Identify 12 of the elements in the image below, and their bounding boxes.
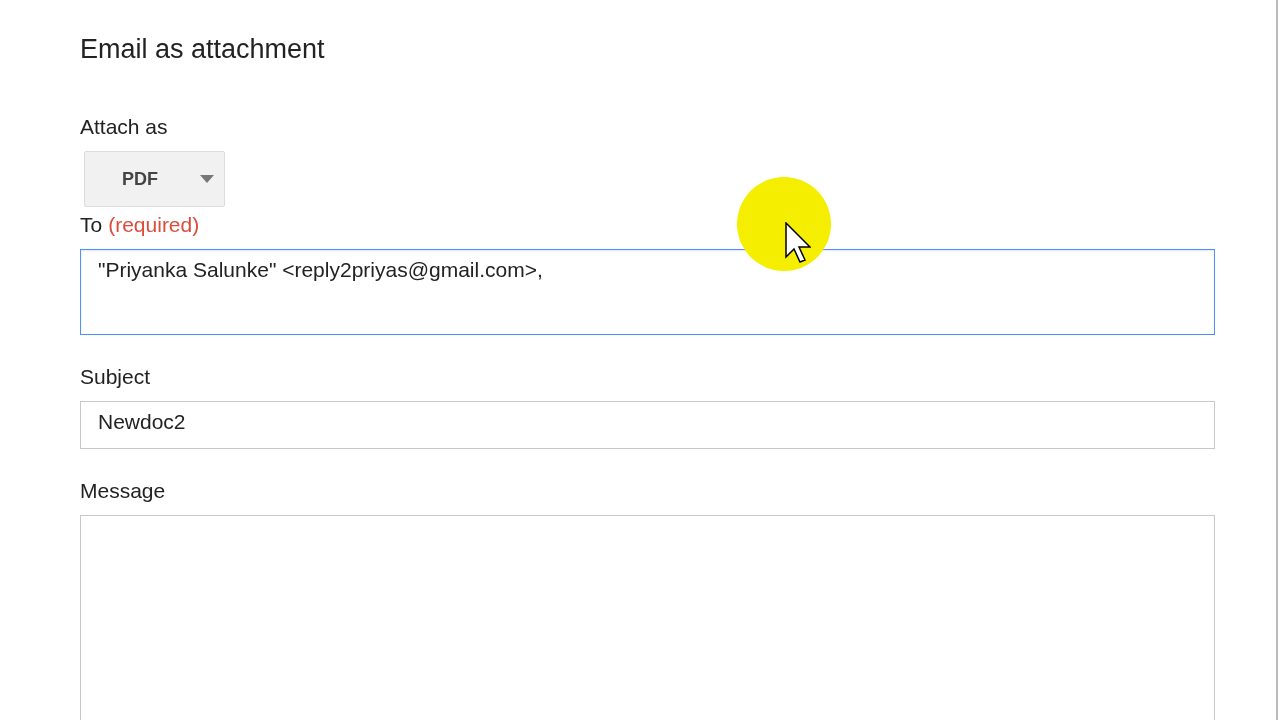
field-label: Subject bbox=[80, 365, 152, 389]
mouse-pointer-icon bbox=[785, 222, 811, 264]
caret-icon bbox=[200, 175, 214, 183]
message-field[interactable] bbox=[80, 515, 1215, 720]
recipient-field[interactable]: "Priyanka Salunke" <reply2priyas@gmail.com>, bbox=[80, 249, 1215, 335]
field-label: Message bbox=[80, 479, 167, 503]
required-note: (required) bbox=[108, 213, 200, 237]
subject-field[interactable]: Newdoc2 bbox=[80, 401, 1215, 449]
field-label: To bbox=[80, 213, 103, 237]
field-label: Attach as bbox=[80, 115, 169, 139]
format-dropdown[interactable]: PDF bbox=[84, 151, 225, 207]
dialog-title: Email as attachment bbox=[80, 34, 326, 65]
